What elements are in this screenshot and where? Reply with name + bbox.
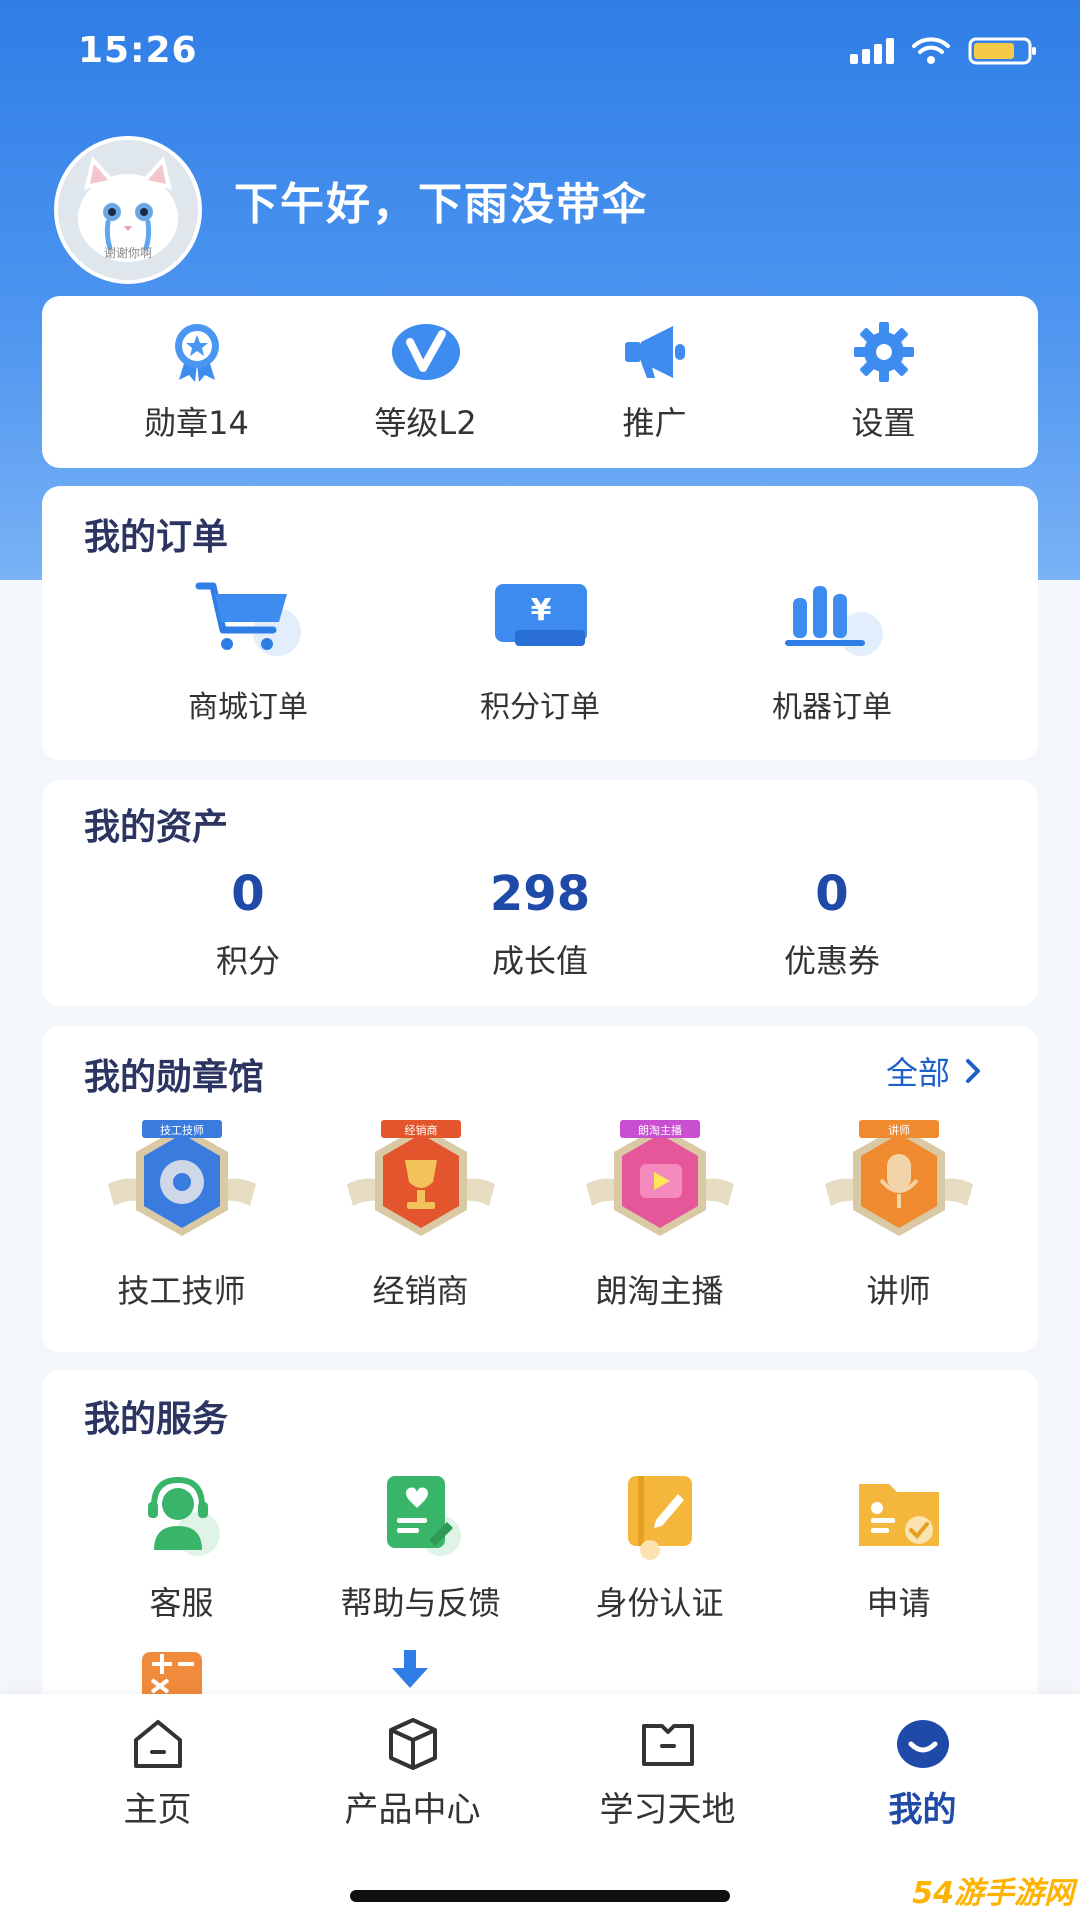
growth-asset[interactable]: 298 成长值 — [430, 866, 650, 982]
assets-title: 我的资产 — [84, 807, 229, 848]
level-button[interactable]: 等级L2 — [326, 320, 526, 444]
badges-label: 勋章14 — [144, 404, 249, 442]
medals-card: 我的勋章馆 全部 技工技师 技工技师 经销商 经销商 朗淘主播 朗淘主播 讲师 … — [42, 1026, 1038, 1352]
download-service-button[interactable] — [300, 1648, 520, 1694]
gear-icon — [853, 322, 914, 382]
signal-icon — [850, 38, 894, 64]
feedback-icon — [386, 1476, 461, 1556]
yuan-card-icon: ¥ — [495, 584, 587, 646]
lecturer-ribbon: 讲师 — [888, 1123, 910, 1137]
status-bar: 15:26 — [0, 0, 1080, 100]
calculator-service-button[interactable] — [62, 1648, 282, 1694]
orders-title: 我的订单 — [84, 517, 229, 558]
machine-orders-label: 机器订单 — [772, 690, 892, 725]
microphone-badge-icon: 讲师 — [824, 1120, 973, 1236]
medal-technician-label: 技工技师 — [117, 1272, 246, 1310]
growth-value: 298 — [489, 866, 591, 922]
medal-lecturer[interactable]: 讲师 讲师 — [789, 1118, 1009, 1312]
download-icon — [392, 1650, 428, 1688]
status-icons — [850, 36, 1038, 66]
greeting-text: 下午好，下雨没带伞 — [234, 179, 648, 230]
view-all-label: 全部 — [885, 1054, 950, 1092]
dealer-ribbon: 经销商 — [404, 1123, 437, 1137]
assets-card: 我的资产 0 积分 298 成长值 0 优惠券 — [42, 780, 1038, 1006]
medal-dealer[interactable]: 经销商 经销商 — [311, 1118, 531, 1312]
wifi-icon — [912, 37, 950, 65]
bars-chart-icon — [785, 586, 883, 656]
avatar[interactable]: 谢谢你啊 — [54, 136, 202, 284]
book-icon — [641, 1724, 694, 1766]
medal-technician[interactable]: 技工技师 技工技师 — [72, 1118, 292, 1312]
identity-verify-button[interactable]: 身份认证 — [550, 1470, 770, 1624]
points-orders-label: 积分订单 — [480, 690, 600, 725]
status-time: 15:26 — [78, 30, 198, 71]
points-orders-button[interactable]: ¥ 积分订单 — [430, 578, 650, 726]
settings-button[interactable]: 设置 — [784, 320, 984, 444]
points-value: 0 — [231, 866, 265, 922]
tab-products-label: 产品中心 — [344, 1790, 481, 1830]
medal-lecturer-label: 讲师 — [866, 1272, 931, 1310]
battery-icon — [968, 36, 1038, 66]
tab-learning-label: 学习天地 — [599, 1790, 736, 1830]
watermark-logo: 54游手游网 — [912, 1876, 1074, 1911]
identity-verify-label: 身份认证 — [595, 1584, 724, 1622]
headset-icon — [147, 1476, 220, 1556]
profile-smile-icon — [896, 1720, 949, 1768]
folder-apply-icon — [858, 1484, 939, 1546]
tab-products[interactable]: 产品中心 — [303, 1714, 523, 1831]
chevron-right-icon — [966, 1059, 980, 1083]
level-label: 等级L2 — [374, 404, 477, 442]
tab-home-label: 主页 — [123, 1790, 192, 1830]
tab-learning[interactable]: 学习天地 — [558, 1714, 778, 1831]
svg-text:¥: ¥ — [531, 593, 552, 628]
points-asset[interactable]: 0 积分 — [138, 866, 358, 982]
apply-button[interactable]: 申请 — [789, 1470, 1009, 1624]
play-badge-icon: 朗淘主播 — [585, 1120, 734, 1236]
customer-service-label: 客服 — [149, 1584, 214, 1622]
box-icon — [388, 1718, 437, 1770]
badges-button[interactable]: 勋章14 — [97, 320, 297, 444]
cart-icon — [195, 582, 301, 656]
points-label: 积分 — [215, 942, 280, 980]
coupons-asset[interactable]: 0 优惠券 — [722, 866, 942, 982]
orders-card: 我的订单 商城订单 ¥ 积分订单 机器订单 — [42, 486, 1038, 760]
avatar-caption: 谢谢你啊 — [103, 246, 152, 260]
promote-label: 推广 — [622, 404, 687, 442]
technician-badge-icon: 技工技师 — [107, 1120, 256, 1236]
megaphone-icon — [624, 326, 685, 378]
coupons-value: 0 — [815, 866, 849, 922]
tab-mine-label: 我的 — [888, 1790, 957, 1830]
mall-orders-button[interactable]: 商城订单 — [138, 578, 358, 726]
home-icon — [133, 1720, 182, 1768]
help-feedback-label: 帮助与反馈 — [340, 1584, 501, 1622]
services-title: 我的服务 — [84, 1399, 229, 1440]
home-indicator — [350, 1890, 730, 1902]
apply-label: 申请 — [866, 1584, 931, 1622]
medal-icon — [174, 324, 219, 382]
id-verify-icon — [627, 1476, 692, 1560]
quick-actions-card: 勋章14 等级L2 推广 设置 — [42, 296, 1038, 468]
settings-label: 设置 — [851, 404, 916, 442]
promote-button[interactable]: 推广 — [555, 320, 755, 444]
growth-label: 成长值 — [491, 942, 588, 980]
trophy-badge-icon: 经销商 — [346, 1120, 495, 1236]
medal-streamer-label: 朗淘主播 — [595, 1272, 724, 1310]
medal-streamer[interactable]: 朗淘主播 朗淘主播 — [550, 1118, 770, 1312]
medal-dealer-label: 经销商 — [372, 1272, 469, 1310]
tab-mine[interactable]: 我的 — [813, 1714, 1033, 1831]
streamer-ribbon: 朗淘主播 — [638, 1123, 682, 1137]
machine-orders-button[interactable]: 机器订单 — [722, 578, 942, 726]
customer-service-button[interactable]: 客服 — [72, 1470, 292, 1624]
services-card: 我的服务 客服 帮助与反馈 身份认证 申请 — [42, 1370, 1038, 1710]
view-all-medals-link[interactable]: 全部 — [886, 1048, 982, 1094]
calculator-icon — [142, 1652, 202, 1694]
technician-ribbon: 技工技师 — [160, 1124, 204, 1137]
coupons-label: 优惠券 — [783, 942, 880, 980]
vip-level-icon — [391, 324, 460, 380]
tab-home[interactable]: 主页 — [48, 1714, 268, 1831]
help-feedback-button[interactable]: 帮助与反馈 — [311, 1470, 531, 1624]
mall-orders-label: 商城订单 — [188, 690, 308, 725]
medals-title: 我的勋章馆 — [84, 1057, 265, 1098]
